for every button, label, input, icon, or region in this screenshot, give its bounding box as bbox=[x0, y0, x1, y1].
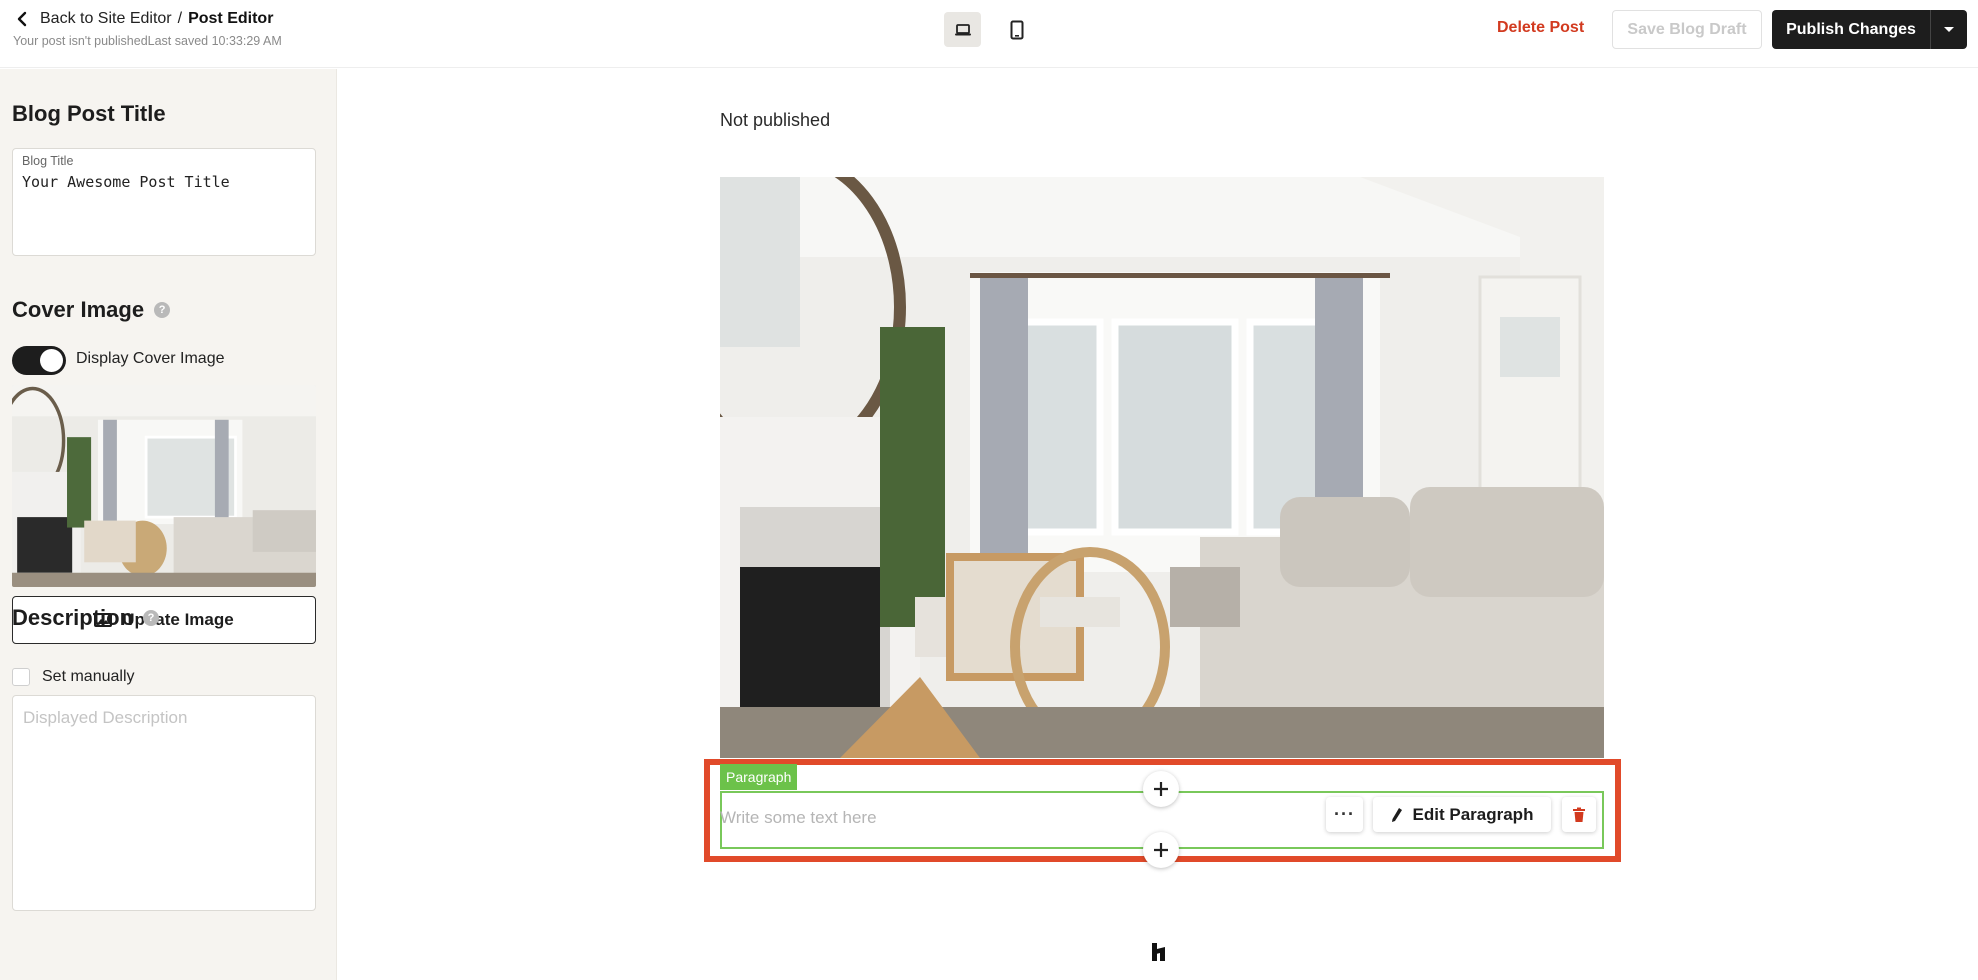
description-section: Description ? bbox=[12, 605, 160, 631]
delete-post-button[interactable]: Delete Post bbox=[1497, 19, 1584, 37]
description-field[interactable]: Displayed Description bbox=[12, 695, 316, 911]
display-cover-image-label: Display Cover Image bbox=[76, 350, 225, 367]
toggle-knob bbox=[40, 349, 63, 372]
add-block-above-button[interactable] bbox=[1143, 771, 1179, 807]
blog-title-value[interactable]: Your Awesome Post Title bbox=[22, 173, 230, 191]
plus-icon bbox=[1154, 782, 1168, 796]
cover-image-thumbnail bbox=[12, 385, 316, 587]
help-icon[interactable]: ? bbox=[154, 302, 171, 318]
paragraph-text-placeholder[interactable]: Write some text here bbox=[720, 808, 877, 828]
edit-paragraph-label: Edit Paragraph bbox=[1412, 804, 1534, 824]
cover-image-section: Cover Image ? bbox=[12, 297, 171, 323]
top-bar: Back to Site Editor / Post Editor Your p… bbox=[0, 0, 1978, 68]
laptop-icon bbox=[954, 23, 971, 35]
delete-block-button[interactable] bbox=[1562, 797, 1596, 832]
save-blog-draft-button[interactable]: Save Blog Draft bbox=[1612, 10, 1762, 49]
post-settings-sidebar: Blog Post Title Blog Title Your Awesome … bbox=[0, 69, 337, 980]
trash-icon bbox=[1573, 807, 1585, 822]
save-status: Your post isn't publishedLast saved 10:3… bbox=[13, 34, 282, 48]
description-placeholder: Displayed Description bbox=[23, 708, 188, 727]
tablet-icon bbox=[1010, 20, 1023, 39]
brand-logo-icon bbox=[1152, 943, 1165, 961]
add-block-below-button[interactable] bbox=[1143, 832, 1179, 868]
current-page-title: Post Editor bbox=[188, 10, 274, 27]
blog-post-title-heading: Blog Post Title bbox=[12, 101, 166, 126]
publish-changes-button[interactable]: Publish Changes bbox=[1772, 10, 1930, 49]
breadcrumb-separator: / bbox=[177, 10, 183, 27]
description-heading: Description bbox=[12, 605, 134, 630]
cover-image-heading: Cover Image bbox=[12, 297, 145, 322]
desktop-view-button[interactable] bbox=[944, 12, 981, 47]
help-icon[interactable]: ? bbox=[143, 610, 160, 626]
blog-title-field[interactable]: Blog Title Your Awesome Post Title bbox=[12, 148, 316, 256]
paragraph-block-tag: Paragraph bbox=[720, 764, 798, 790]
publish-state-label: Not published bbox=[720, 110, 831, 130]
display-cover-image-toggle[interactable] bbox=[12, 346, 66, 375]
edit-paragraph-button[interactable]: Edit Paragraph bbox=[1373, 797, 1551, 832]
pencil-icon bbox=[1391, 807, 1402, 822]
blog-title-label: Blog Title bbox=[22, 154, 74, 168]
plus-icon bbox=[1154, 843, 1168, 857]
cover-image-preview[interactable] bbox=[720, 177, 1604, 758]
back-to-site-editor-link[interactable]: Back to Site Editor bbox=[40, 10, 172, 28]
tablet-view-button[interactable] bbox=[998, 12, 1035, 47]
set-manually-label: Set manually bbox=[42, 668, 135, 685]
caret-down-icon bbox=[1944, 26, 1954, 32]
publish-options-dropdown[interactable] bbox=[1930, 10, 1967, 49]
more-options-button[interactable]: ··· bbox=[1326, 797, 1363, 832]
chevron-left-icon[interactable] bbox=[14, 11, 30, 27]
set-manually-checkbox[interactable] bbox=[12, 668, 30, 686]
breadcrumb: Back to Site Editor / Post Editor bbox=[14, 10, 273, 28]
